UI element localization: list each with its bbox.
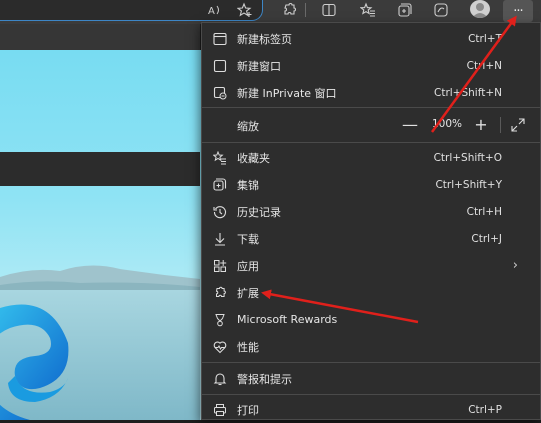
menu-item-shortcut: Ctrl+Shift+N <box>434 86 502 99</box>
extensions-icon[interactable] <box>277 0 301 20</box>
zoom-divider <box>500 117 501 133</box>
menu-item-performance[interactable]: 性能 <box>202 333 540 360</box>
zoom-in-button[interactable]: + <box>471 115 491 135</box>
menu-item-favorites[interactable]: 收藏夹 Ctrl+Shift+O <box>202 144 540 171</box>
svg-text:A: A <box>208 6 215 17</box>
browser-essentials-icon[interactable] <box>429 0 453 20</box>
inprivate-icon <box>212 85 228 101</box>
menu-item-print[interactable]: 打印 Ctrl+P <box>202 396 540 423</box>
split-screen-icon[interactable] <box>317 0 341 20</box>
menu-item-label: 下载 <box>237 232 259 246</box>
menu-item-history[interactable]: 历史记录 Ctrl+H <box>202 198 540 225</box>
collections-icon[interactable] <box>392 0 416 20</box>
settings-more-button[interactable]: ··· <box>503 0 533 22</box>
download-icon <box>212 231 228 247</box>
menu-item-shortcut: Ctrl+J <box>471 232 502 245</box>
menu-item-zoom: 缩放 — 100% + <box>202 109 540 141</box>
menu-item-shortcut: Ctrl+P <box>468 403 502 416</box>
menu-item-label: 新建 InPrivate 窗口 <box>237 86 337 100</box>
profile-avatar[interactable] <box>470 0 490 18</box>
menu-item-alerts[interactable]: 警报和提示 <box>202 365 540 392</box>
menu-divider <box>202 362 540 363</box>
menu-item-apps[interactable]: 应用 › <box>202 252 540 279</box>
rewards-trophy-icon <box>212 312 228 328</box>
menu-item-label: 新建标签页 <box>237 32 292 46</box>
menu-item-shortcut: Ctrl+T <box>468 32 502 45</box>
zoom-out-button[interactable]: — <box>400 115 420 135</box>
menu-item-label: 集锦 <box>237 178 259 192</box>
favorites-icon[interactable] <box>356 0 380 20</box>
menu-item-label: 历史记录 <box>237 205 281 219</box>
menu-item-label: 收藏夹 <box>237 151 270 165</box>
menu-divider <box>202 142 540 143</box>
menu-item-label: 新建窗口 <box>237 59 281 73</box>
menu-item-shortcut: Ctrl+Shift+Y <box>435 178 502 191</box>
print-icon <box>212 402 228 418</box>
page-header-bg <box>0 24 200 50</box>
favorites-icon <box>212 150 228 166</box>
page-search-band <box>0 152 200 186</box>
zoom-value: 100% <box>432 118 463 130</box>
bell-icon <box>212 371 228 387</box>
performance-heart-icon <box>212 339 228 355</box>
read-aloud-icon[interactable]: A <box>203 0 227 20</box>
settings-and-more-menu: 新建标签页 Ctrl+T 新建窗口 Ctrl+N 新建 InPrivate 窗口… <box>201 22 541 420</box>
fullscreen-icon[interactable] <box>510 117 526 133</box>
new-window-icon <box>212 58 228 74</box>
menu-item-shortcut: Ctrl+H <box>466 205 502 218</box>
menu-item-new-tab[interactable]: 新建标签页 Ctrl+T <box>202 25 540 52</box>
add-favorite-icon[interactable] <box>233 0 257 20</box>
menu-item-shortcut: Ctrl+N <box>466 59 502 72</box>
menu-item-downloads[interactable]: 下载 Ctrl+J <box>202 225 540 252</box>
menu-item-rewards[interactable]: Microsoft Rewards <box>202 306 540 333</box>
menu-item-collections[interactable]: 集锦 Ctrl+Shift+Y <box>202 171 540 198</box>
menu-item-label: 性能 <box>237 340 259 354</box>
menu-item-shortcut: Ctrl+Shift+O <box>433 151 502 164</box>
background-mountains <box>0 265 200 295</box>
menu-item-label: 打印 <box>237 403 259 417</box>
browser-toolbar: A ··· <box>0 0 541 24</box>
menu-divider <box>202 107 540 108</box>
menu-item-label: 应用 <box>237 259 259 273</box>
menu-item-label: 警报和提示 <box>237 372 292 386</box>
menu-item-label: Microsoft Rewards <box>237 313 338 326</box>
menu-item-label: 扩展 <box>237 286 259 300</box>
extensions-icon <box>212 285 228 301</box>
more-icon: ··· <box>513 3 523 19</box>
chevron-right-icon: › <box>512 258 518 273</box>
collections-icon <box>212 177 228 193</box>
menu-item-new-window[interactable]: 新建窗口 Ctrl+N <box>202 52 540 79</box>
toolbar-divider <box>305 3 306 17</box>
edge-logo-icon <box>0 304 69 420</box>
menu-divider <box>202 394 540 395</box>
zoom-label: 缩放 <box>237 120 259 133</box>
apps-icon <box>212 258 228 274</box>
menu-item-extensions[interactable]: 扩展 <box>202 279 540 306</box>
new-tab-icon <box>212 31 228 47</box>
menu-item-new-inprivate[interactable]: 新建 InPrivate 窗口 Ctrl+Shift+N <box>202 79 540 106</box>
history-icon <box>212 204 228 220</box>
